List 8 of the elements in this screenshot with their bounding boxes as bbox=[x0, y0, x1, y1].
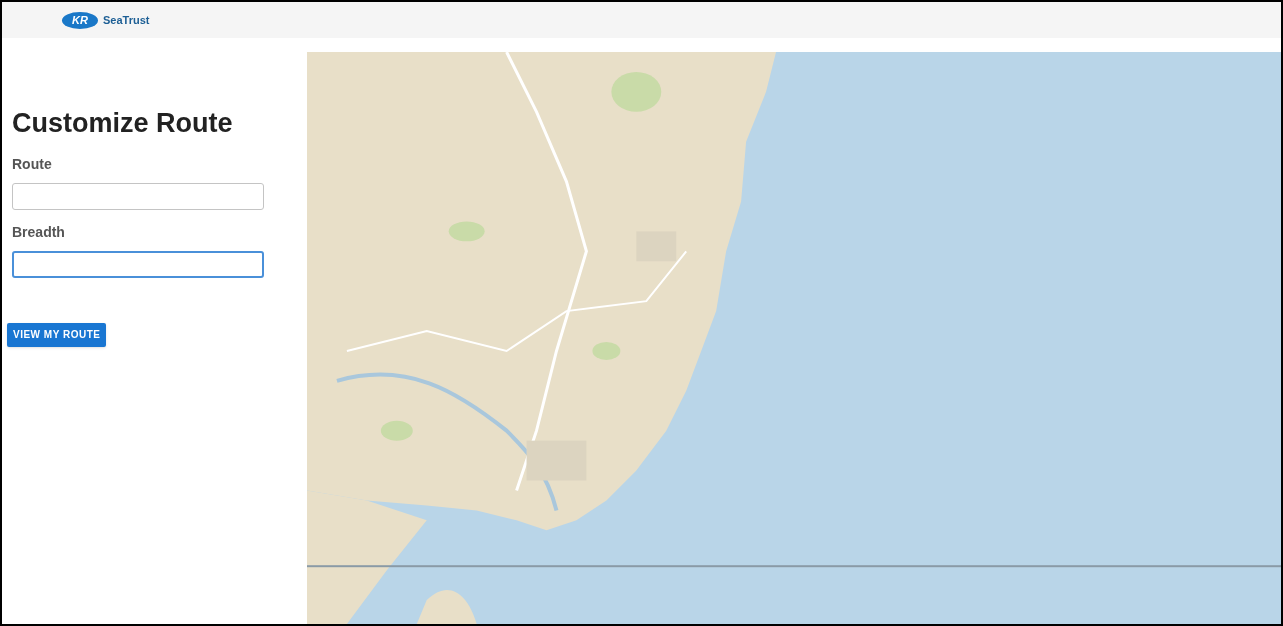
input-field[interactable] bbox=[12, 182, 264, 210]
page-title: Customize Route bbox=[12, 107, 234, 140]
field-label: Breadth bbox=[12, 222, 66, 242]
field-label: Route bbox=[12, 154, 53, 174]
logo[interactable]: KR bbox=[62, 11, 98, 29]
brand-name: SeaTrust bbox=[103, 12, 150, 28]
view-route-button[interactable]: VIEW MY ROUTE bbox=[7, 322, 107, 347]
input-field[interactable] bbox=[12, 250, 264, 278]
